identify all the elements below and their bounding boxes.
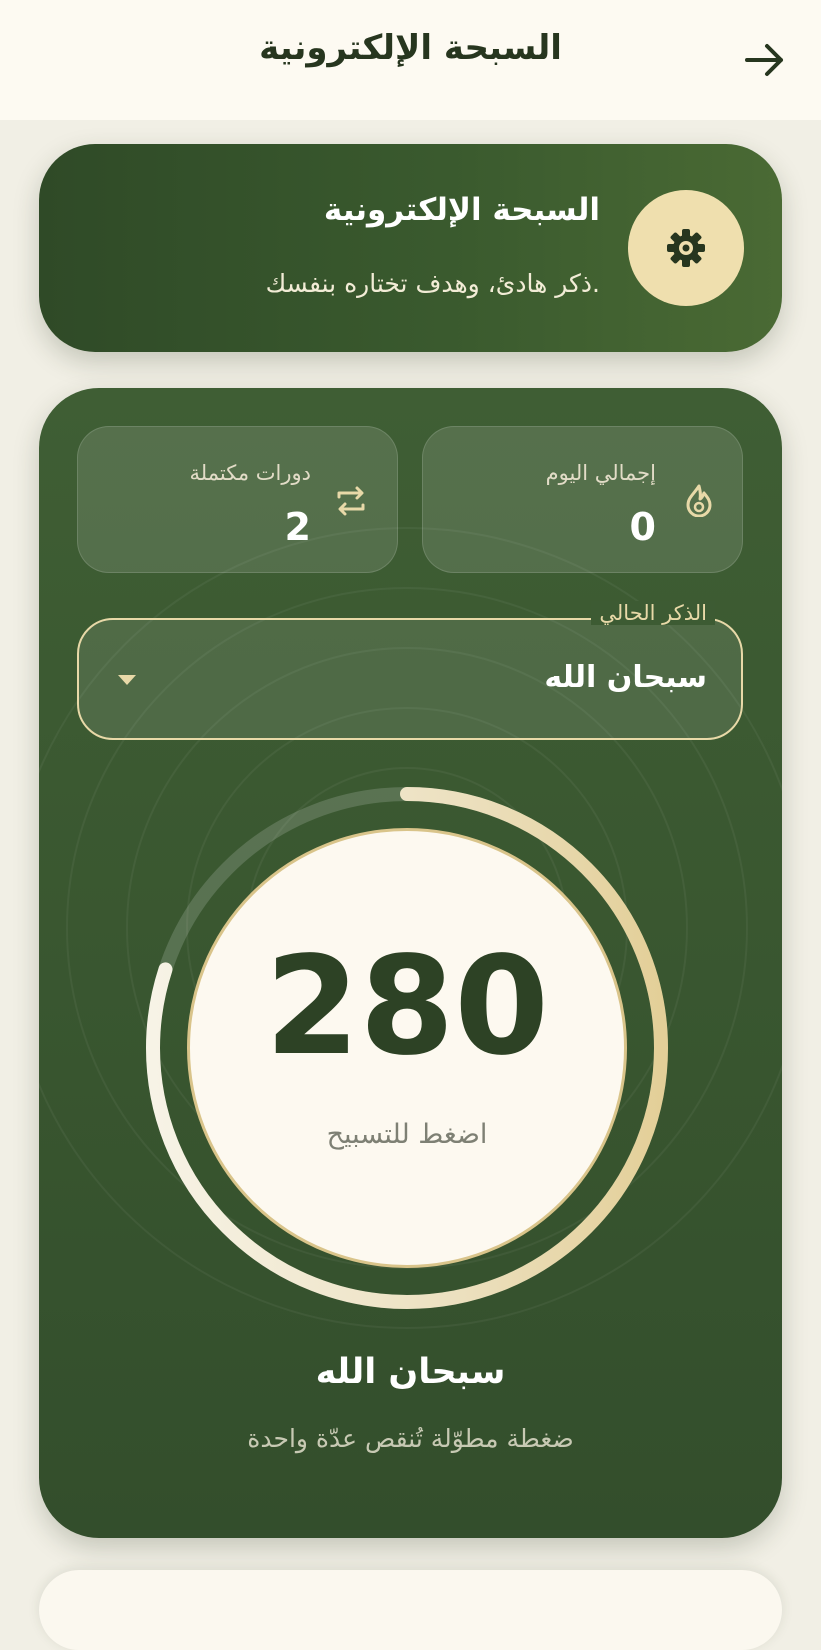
arrow-right-icon [745,44,783,76]
counter-card: إجمالي اليوم 0 دورات مكتملة 2 الذكر الحا… [39,388,782,1538]
long-press-hint: ضغطة مطوّلة تُنقص عدّة واحدة [247,1424,574,1453]
next-card [39,1570,782,1650]
app-bar-title: السبحة الإلكترونية [259,28,562,68]
header-card: السبحة الإلكترونية ذكر هادئ، وهدف تختاره… [39,144,782,352]
back-button[interactable] [743,38,787,82]
count-value: 280 [265,928,549,1086]
gear-icon [667,229,705,267]
current-dhikr-name: سبحان الله [315,1352,506,1392]
tap-hint: اضغط للتسبيح [326,1119,488,1150]
header-title: السبحة الإلكترونية [323,192,600,228]
app-bar: السبحة الإلكترونية [0,0,821,120]
tasbih-counter-button[interactable]: 280 اضغط للتسبيح [187,828,627,1268]
settings-button[interactable] [628,190,744,306]
header-subtitle: ذكر هادئ، وهدف تختاره بنفسك. [265,269,600,298]
